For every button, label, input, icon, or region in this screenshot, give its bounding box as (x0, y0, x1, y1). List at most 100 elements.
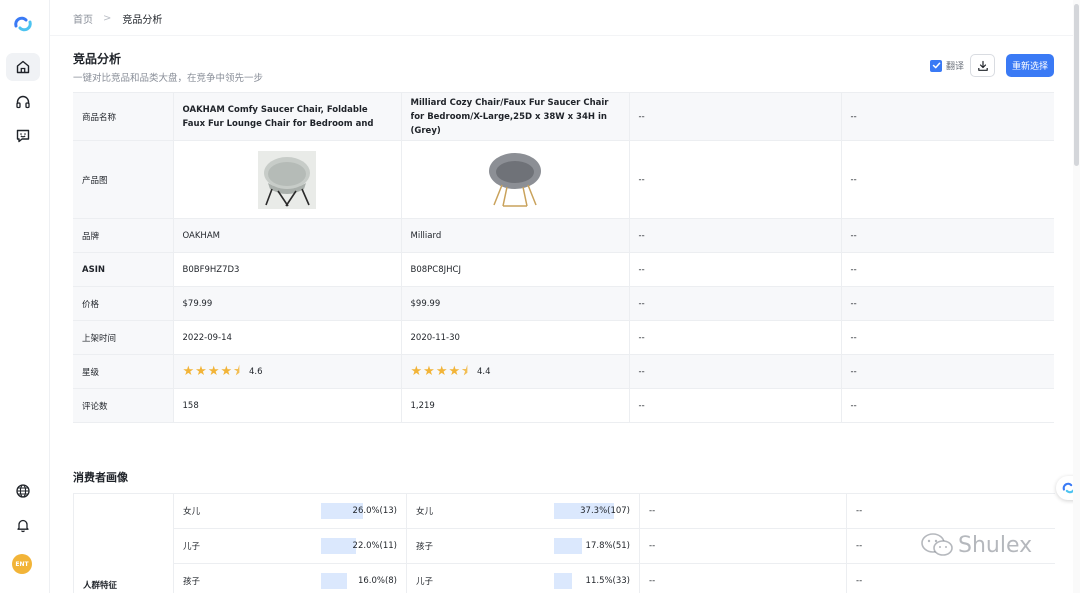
segment-label: 女儿 (416, 507, 434, 517)
table-row: 孩子 16.0%(8) 儿子 11.5%(33) -- -- (74, 563, 1055, 593)
percentage-value: 16.0%(8) (357, 576, 397, 586)
empty-cell: -- (629, 388, 842, 423)
checkbox-checked-icon[interactable] (930, 59, 942, 72)
chat-smile-icon (16, 129, 30, 143)
product-name-cell: Milliard Cozy Chair/Faux Fur Saucer Chai… (401, 92, 630, 141)
download-icon (977, 60, 988, 71)
avatar[interactable]: ENT (12, 554, 32, 574)
wechat-icon (921, 533, 953, 556)
row-key: 评论数 (73, 388, 174, 423)
launch-date-cell: 2020-11-30 (401, 320, 630, 355)
product-image-oakham[interactable] (258, 150, 316, 209)
table-row: 评论数 158 1,219 -- -- (73, 388, 1054, 423)
page-title: 竞品分析 (73, 52, 122, 66)
watermark: Shulex (920, 532, 1032, 558)
bar-cell: 儿子 22.0%(11) (173, 528, 407, 564)
percentage-bar: 17.8%(51) (554, 538, 630, 554)
bar-cell: 女儿 37.3%(107) (406, 493, 640, 529)
percentage-value: 37.3%(107) (580, 506, 630, 516)
percentage-bar: 22.0%(11) (321, 538, 397, 554)
globe-icon (16, 484, 30, 498)
star-icon: ★ (410, 364, 423, 379)
nav-support[interactable] (6, 88, 40, 116)
scrollbar-thumb[interactable] (1074, 4, 1079, 166)
review-count-cell: 158 (173, 388, 402, 423)
price-cell: $99.99 (401, 286, 630, 321)
star-icon: ★ (435, 364, 448, 379)
table-row: ASIN B0BF9HZ7D3 B08PC8JHCJ -- -- (73, 252, 1054, 287)
nav-feedback[interactable] (6, 122, 40, 150)
launch-date-cell: 2022-09-14 (173, 320, 402, 355)
rating-value: 4.4 (477, 366, 491, 377)
segment-label: 孩子 (183, 577, 201, 587)
percentage-bar: 16.0%(8) (321, 573, 397, 589)
nav-home[interactable] (6, 53, 40, 81)
empty-cell: -- (639, 563, 847, 593)
percentage-bar: 26.0%(13) (321, 503, 397, 519)
product-name[interactable]: OAKHAM Comfy Saucer Chair, Foldable Faux… (183, 103, 392, 131)
consumer-table: 人群特征 女儿 26.0%(13) 女儿 37.3%(107) -- -- 儿子 22… (73, 493, 1055, 593)
page-subtitle: 一键对比竞品和品类大盘，在竞争中领先一步 (73, 73, 264, 84)
brand-cell: OAKHAM (173, 218, 402, 253)
half-star-icon: ⯨ (461, 364, 469, 379)
header-divider (50, 35, 1080, 36)
reselect-button[interactable]: 重新选择 (1006, 54, 1054, 77)
row-key: 人群特征 (73, 493, 174, 593)
breadcrumb: 首页 > 竞品分析 (73, 11, 162, 26)
empty-cell: -- (841, 140, 1054, 219)
empty-cell: -- (639, 528, 847, 564)
breadcrumb-separator: > (103, 13, 112, 24)
nav-language[interactable] (6, 477, 40, 505)
sidebar: ENT (0, 0, 50, 593)
empty-cell: -- (841, 92, 1054, 141)
bar-cell: 孩子 16.0%(8) (173, 563, 407, 593)
row-key: 价格 (73, 286, 174, 321)
table-row: 星级 ★ ★ ★ ★ ⯨ 4.6 ★ ★ ★ ★ ⯨ 4.4 -- -- (73, 354, 1054, 389)
star-icon: ★ (448, 364, 461, 379)
product-image-milliard[interactable] (485, 151, 545, 209)
empty-cell: -- (841, 218, 1054, 253)
asin-cell[interactable]: B0BF9HZ7D3 (173, 252, 402, 287)
bar-cell: 孩子 17.8%(51) (406, 528, 640, 564)
percentage-value: 11.5%(33) (585, 576, 630, 586)
empty-cell: -- (629, 354, 842, 389)
translate-toggle[interactable]: 翻译 (930, 59, 964, 72)
empty-cell: -- (639, 493, 847, 529)
headset-icon (16, 95, 30, 109)
row-key: 商品名称 (73, 92, 174, 141)
section-title: 消费者画像 (73, 471, 128, 484)
empty-cell: -- (629, 252, 842, 287)
segment-label: 女儿 (183, 507, 201, 517)
bar-cell: 儿子 11.5%(33) (406, 563, 640, 593)
table-row: 人群特征 女儿 26.0%(13) 女儿 37.3%(107) -- -- (73, 493, 1055, 593)
breadcrumb-home[interactable]: 首页 (73, 11, 93, 26)
percentage-value: 17.8%(51) (585, 541, 630, 551)
table-row: 产品图 -- -- (73, 140, 1054, 219)
comparison-table: 商品名称 OAKHAM Comfy Saucer Chair, Foldable… (73, 92, 1054, 423)
empty-cell: -- (629, 286, 842, 321)
row-key: ASIN (73, 252, 174, 287)
star-rating: ★ ★ ★ ★ ⯨ 4.6 (183, 365, 263, 378)
nav-notifications[interactable] (6, 511, 40, 539)
star-icon: ★ (195, 364, 207, 379)
scrollbar[interactable] (1073, 0, 1080, 593)
home-icon (16, 60, 30, 74)
price-cell: $79.99 (173, 286, 402, 321)
shulex-logo[interactable] (12, 13, 34, 35)
product-name[interactable]: Milliard Cozy Chair/Faux Fur Saucer Chai… (411, 96, 620, 138)
empty-cell: -- (629, 320, 842, 355)
download-button[interactable] (970, 54, 995, 77)
empty-cell: -- (846, 493, 1055, 529)
rating-cell: ★ ★ ★ ★ ⯨ 4.4 (401, 354, 630, 389)
asin-cell[interactable]: B08PC8JHCJ (401, 252, 630, 287)
row-key: 品牌 (73, 218, 174, 253)
brand-cell: Milliard (401, 218, 630, 253)
star-icon: ★ (182, 364, 195, 379)
segment-label: 儿子 (183, 542, 201, 552)
empty-cell: -- (629, 92, 842, 141)
percentage-bar: 37.3%(107) (554, 503, 630, 519)
table-row: 品牌 OAKHAM Milliard -- -- (73, 218, 1054, 253)
rating-cell: ★ ★ ★ ★ ⯨ 4.6 (173, 354, 402, 389)
segment-label: 儿子 (416, 577, 434, 587)
product-name-cell: OAKHAM Comfy Saucer Chair, Foldable Faux… (173, 92, 402, 141)
